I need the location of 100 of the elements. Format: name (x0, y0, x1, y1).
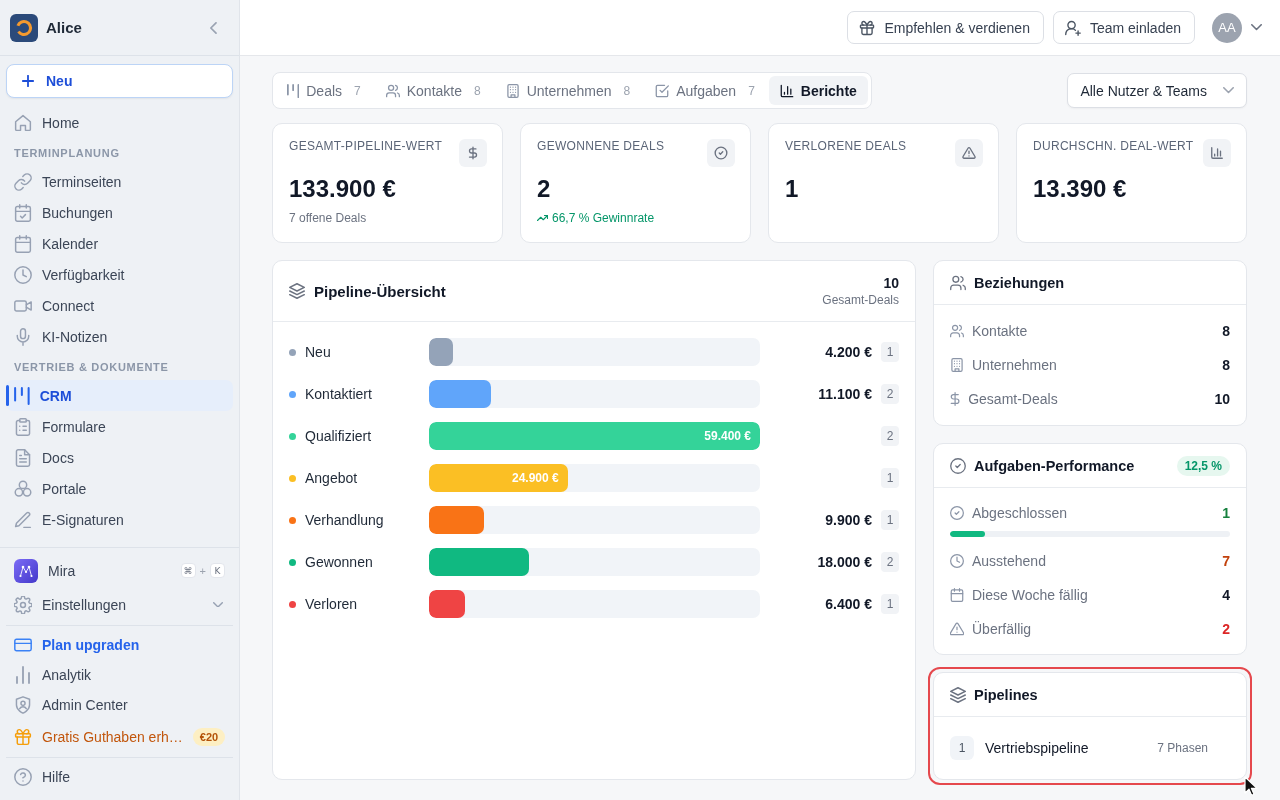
bar-value: 59.400 € (704, 429, 752, 443)
metric-value: 7 (1222, 553, 1230, 569)
column-bars-icon (287, 83, 300, 98)
nav-item[interactable]: Formulare (6, 411, 233, 442)
home-icon (14, 113, 32, 132)
metric-value: 8 (1222, 357, 1230, 373)
nav-item[interactable]: Hilfe (6, 762, 233, 792)
tab[interactable]: Unternehmen 8 (494, 76, 642, 105)
metric-label: Überfällig (972, 621, 1033, 637)
shortcut-separator: + (199, 564, 206, 577)
filter-dropdown[interactable]: Alle Nutzer & Teams (1067, 73, 1247, 108)
bar-value: 24.900 € (511, 471, 560, 485)
stage-label: Verloren (305, 596, 358, 612)
checkbox-icon (655, 83, 670, 98)
stat-value: 2 (537, 175, 552, 203)
metric-value: 4 (1222, 587, 1230, 603)
nav-item[interactable]: Terminseiten (6, 166, 233, 197)
stat-label: VERLORENE DEALS (785, 138, 907, 154)
nav-item[interactable]: Connect (6, 290, 233, 321)
calendar-check-icon (14, 203, 32, 222)
nav-item[interactable]: Kalender (6, 228, 233, 259)
stat-label: DURCHSCHN. DEAL-WERT (1033, 138, 1194, 154)
nav-item[interactable]: KI-Notizen (6, 321, 233, 352)
tab[interactable]: Kontakte 8 (374, 76, 492, 105)
nav-item[interactable]: Admin Center (6, 690, 233, 720)
circles-icon (14, 479, 32, 498)
win-rate-text: 66,7 % Gewinnrate (552, 210, 655, 226)
tab[interactable]: Berichte (768, 76, 868, 105)
stage-label: Neu (305, 344, 331, 360)
clipboard-icon (14, 417, 32, 436)
metric-value: 8 (1222, 323, 1230, 339)
count-badge: 2 (881, 384, 899, 404)
total-label: Gesamt-Deals (822, 292, 899, 308)
chevron-down-icon (1251, 24, 1262, 31)
bar-chart-icon (1203, 139, 1231, 167)
stage-value: 9.900 € (825, 512, 872, 528)
user-plus-icon (1064, 19, 1081, 36)
card-title: Beziehungen (974, 274, 1066, 291)
tab[interactable]: Aufgaben 7 (644, 76, 766, 105)
stat-label: GEWONNENE DEALS (537, 138, 665, 154)
tab[interactable]: Deals 7 (276, 76, 372, 105)
trend-up-icon (537, 215, 548, 221)
header-button[interactable]: Team einladen (1052, 11, 1195, 44)
calendar-icon (14, 234, 32, 253)
nav-item[interactable]: CRM (6, 380, 233, 411)
pen-icon (14, 510, 32, 529)
stat-note: 7 offene Deals (289, 210, 368, 226)
nav-item[interactable]: Plan upgraden (6, 630, 233, 660)
header-button[interactable]: Empfehlen & verdienen (847, 11, 1044, 44)
cursor-icon (1244, 776, 1258, 797)
stat-label: GESAMT-PIPELINE-WERT (289, 138, 443, 154)
new-button[interactable]: Neu (6, 64, 233, 98)
index-badge: 1 (950, 736, 974, 760)
users-icon (385, 83, 400, 98)
building-icon (950, 358, 964, 372)
dollar-icon (950, 392, 961, 406)
help-icon (14, 768, 32, 786)
users-icon (950, 324, 964, 338)
count-badge: 2 (881, 426, 899, 446)
layers-icon (950, 686, 966, 703)
nav-item[interactable]: Home (6, 107, 233, 138)
metric-value: 10 (1214, 391, 1230, 407)
column-bars-icon (14, 386, 30, 405)
workspace-name: Alice (46, 19, 83, 36)
clock-icon (14, 265, 32, 284)
card-title: Pipelines (974, 686, 1039, 703)
count-badge: 1 (881, 468, 899, 488)
nav-item[interactable]: Gratis Guthaben erh… €20 (6, 722, 233, 752)
nav-item[interactable]: Buchungen (6, 197, 233, 228)
nav-item[interactable]: Verfügbarkeit (6, 259, 233, 290)
document-icon (14, 448, 32, 467)
collapse-button[interactable] (210, 21, 217, 34)
microphone-icon (14, 327, 32, 346)
nav-item[interactable]: Portale (6, 473, 233, 504)
metric-label: Abgeschlossen (972, 505, 1068, 521)
metric-value: 1 (1222, 505, 1230, 521)
nav-item[interactable]: Docs (6, 442, 233, 473)
bar-chart-icon (14, 666, 32, 684)
rate-badge: 12,5 % (1176, 455, 1230, 476)
count-badge: 2 (881, 552, 899, 572)
stage-value: 11.100 € (818, 386, 872, 402)
calendar-icon (950, 588, 964, 602)
stage-label: Gewonnen (305, 554, 373, 570)
clock-icon (950, 554, 964, 568)
chevron-down-icon (1223, 87, 1234, 94)
plus-icon (22, 75, 34, 87)
total-count: 10 (883, 274, 899, 292)
card-title: Aufgaben-Performance (974, 457, 1136, 474)
gift-icon (14, 728, 32, 746)
stage-value: 18.000 € (817, 554, 872, 570)
nav-item[interactable]: Analytik (6, 660, 233, 690)
nav-item[interactable]: E-Signaturen (6, 504, 233, 535)
nav-item[interactable]: Mira ⌘ + K (6, 555, 233, 586)
gift-icon (859, 19, 876, 36)
pipeline-name[interactable]: Vertriebspipeline (985, 740, 1158, 756)
count-badge: 1 (881, 510, 899, 530)
stage-label: Kontaktiert (305, 386, 372, 402)
nav-item[interactable]: Einstellungen (6, 588, 233, 621)
metric-label: Unternehmen (972, 357, 1058, 373)
building-icon (505, 83, 520, 98)
